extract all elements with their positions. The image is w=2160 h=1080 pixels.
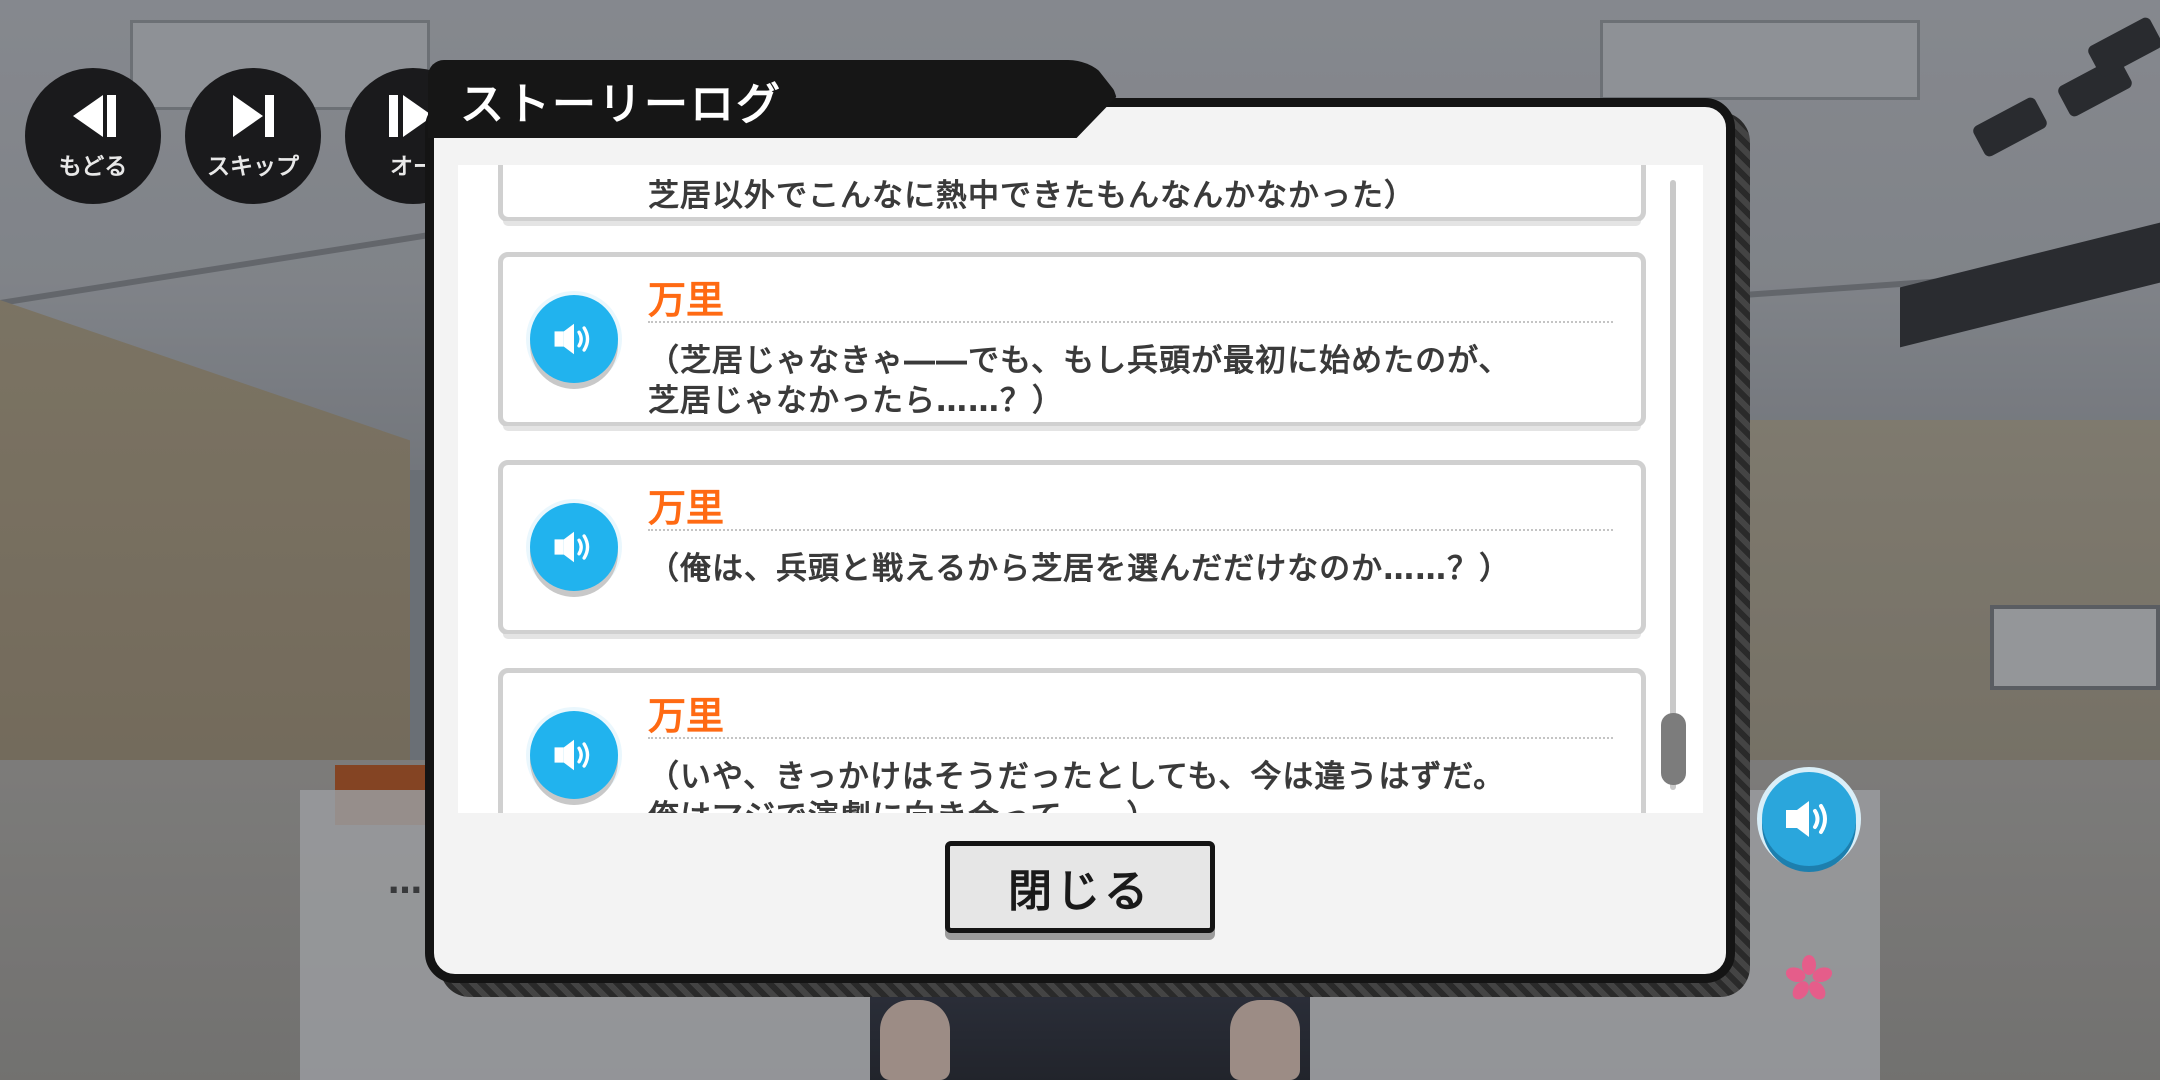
log-line: （いや、きっかけはそうだったとしても、今は違うはずだ。 — [648, 759, 1506, 795]
scrollbar-track[interactable] — [1670, 180, 1676, 790]
log-line: （俺は、兵頭と戦えるから芝居を選んだだけなのか……？） — [648, 551, 1512, 587]
modal-title: ストーリーログ — [460, 79, 782, 130]
rewind-icon — [73, 95, 116, 137]
log-line: （芝居じゃなきゃ――でも、もし兵頭が最初に始めたのが、 — [648, 343, 1511, 379]
speaker-icon — [1786, 801, 1827, 837]
log-line: 芝居じゃなかったら……？） — [648, 383, 1064, 419]
sakura-icon — [1785, 955, 1833, 1000]
voice-toggle-button[interactable] — [1762, 772, 1856, 866]
separator — [648, 737, 1613, 739]
log-entry: 万里 （芝居じゃなきゃ――でも、もし兵頭が最初に始めたのが、 芝居じゃなかったら… — [498, 252, 1646, 431]
close-button-label: 閉じる — [1008, 866, 1152, 917]
separator — [648, 529, 1613, 531]
close-button[interactable]: 閉じる — [945, 841, 1215, 933]
log-entry: 芝居以外でこんなに熱中できたもんなんかなかった） — [498, 165, 1646, 226]
speaker-name: 万里 — [648, 486, 725, 530]
speaker-icon — [554, 739, 590, 771]
separator — [648, 321, 1613, 323]
log-entry: 万里 （いや、きっかけはそうだったとしても、今は違うはずだ。 俺はマジで演劇に向… — [498, 668, 1646, 813]
log-entry: 万里 （俺は、兵頭と戦えるから芝居を選んだだけなのか……？） — [498, 460, 1646, 639]
skip-label: スキップ — [207, 154, 299, 180]
skip-icon — [233, 95, 274, 137]
log-line: 俺はマジで演劇に向き合って――） — [648, 791, 1158, 813]
speaker-name: 万里 — [648, 694, 725, 738]
rewind-label: もどる — [58, 154, 128, 180]
speaker-name: 万里 — [648, 278, 725, 322]
story-log-list[interactable]: 芝居以外でこんなに熱中できたもんなんかなかった） 万里 （芝居じゃなきゃ――でも… — [458, 165, 1703, 813]
voice-replay-button[interactable] — [530, 503, 618, 591]
voice-replay-button[interactable] — [530, 295, 618, 383]
log-line: 芝居以外でこんなに熱中できたもんなんかなかった） — [648, 178, 1416, 214]
speaker-icon — [554, 323, 590, 355]
skip-button[interactable]: スキップ — [185, 68, 321, 204]
voice-replay-button[interactable] — [530, 711, 618, 799]
scrollbar-thumb[interactable] — [1661, 713, 1686, 785]
rewind-button[interactable]: もどる — [25, 68, 161, 204]
speaker-icon — [554, 531, 590, 563]
